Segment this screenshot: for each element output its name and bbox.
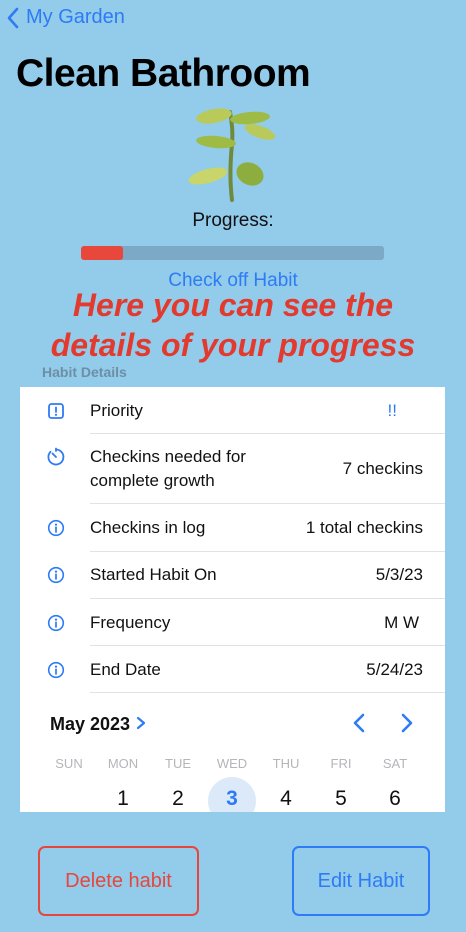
weekday-label: THU <box>272 756 300 771</box>
detail-label: Frequency <box>90 613 171 632</box>
weekday-label: MON <box>107 756 139 771</box>
page-title: Clean Bathroom <box>16 52 311 95</box>
weekday-label: FRI <box>330 756 352 771</box>
detail-row-started-habit-on: Started Habit On 5/3/23 <box>20 563 445 587</box>
chevron-left-icon <box>353 713 365 733</box>
calendar-month-label: May 2023 <box>50 714 131 734</box>
info-icon <box>46 518 66 538</box>
back-label: My Garden <box>26 6 125 28</box>
detail-row-frequency: Frequency M W <box>20 611 445 635</box>
delete-habit-button[interactable]: Delete habit <box>38 846 199 916</box>
back-button[interactable]: My Garden <box>6 6 125 29</box>
detail-row-checkins-needed: Checkins needed for complete growth 7 ch… <box>20 445 445 493</box>
detail-row-priority: Priority !! <box>20 399 445 423</box>
detail-row-checkins-in-log: Checkins in log 1 total checkins <box>20 516 445 540</box>
weekday-label: SAT <box>382 756 408 771</box>
progress-label: Progress: <box>192 210 274 231</box>
chevron-right-icon <box>136 714 146 735</box>
calendar-day[interactable]: 1 <box>96 787 150 811</box>
calendar-month-picker[interactable]: May 2023 <box>50 714 146 735</box>
detail-label: Checkins in log <box>90 518 206 537</box>
calendar-day[interactable]: 2 <box>151 787 205 811</box>
detail-value: 5/3/23 <box>375 565 423 584</box>
detail-value: 1 total checkins <box>305 518 423 537</box>
detail-value: !! <box>387 401 397 420</box>
exclamation-square-icon <box>46 401 66 421</box>
habit-details-card: Priority !! Checkins needed for complete… <box>20 387 445 812</box>
detail-row-end-date: End Date 5/24/23 <box>20 658 445 682</box>
info-icon <box>46 660 66 680</box>
info-icon <box>46 565 66 585</box>
weekday-label: WED <box>216 756 248 771</box>
detail-value: 7 checkins <box>342 459 423 478</box>
plant-icon <box>188 108 276 202</box>
info-icon <box>46 613 66 633</box>
weekday-label: SUN <box>55 756 83 771</box>
timer-icon <box>46 447 66 467</box>
calendar-day[interactable]: 4 <box>259 787 313 811</box>
overlay-line-1: Here you can see the <box>72 287 394 323</box>
chevron-left-icon <box>7 7 19 28</box>
progress-bar <box>81 246 384 260</box>
weekday-label: TUE <box>165 756 191 771</box>
section-header: Habit Details <box>42 364 127 380</box>
calendar-next-month-button[interactable] <box>400 712 414 739</box>
calendar-day-selected[interactable]: 3 <box>205 787 259 811</box>
detail-label: Priority <box>90 401 143 420</box>
calendar-prev-month-button[interactable] <box>352 712 366 739</box>
chevron-right-icon <box>401 713 413 733</box>
detail-label: Started Habit On <box>90 565 217 584</box>
calendar-day[interactable]: 5 <box>314 787 368 811</box>
progress-bar-fill <box>81 246 124 260</box>
calendar-day[interactable]: 6 <box>368 787 422 811</box>
edit-habit-button[interactable]: Edit Habit <box>292 846 430 916</box>
detail-value: M W <box>384 613 419 632</box>
tutorial-overlay-text: Here you can see the details of your pro… <box>0 285 466 365</box>
overlay-line-2: details of your progress <box>50 327 416 363</box>
detail-label: Checkins needed for complete growth <box>90 447 246 490</box>
detail-label: End Date <box>90 660 161 679</box>
detail-value: 5/24/23 <box>366 660 423 679</box>
